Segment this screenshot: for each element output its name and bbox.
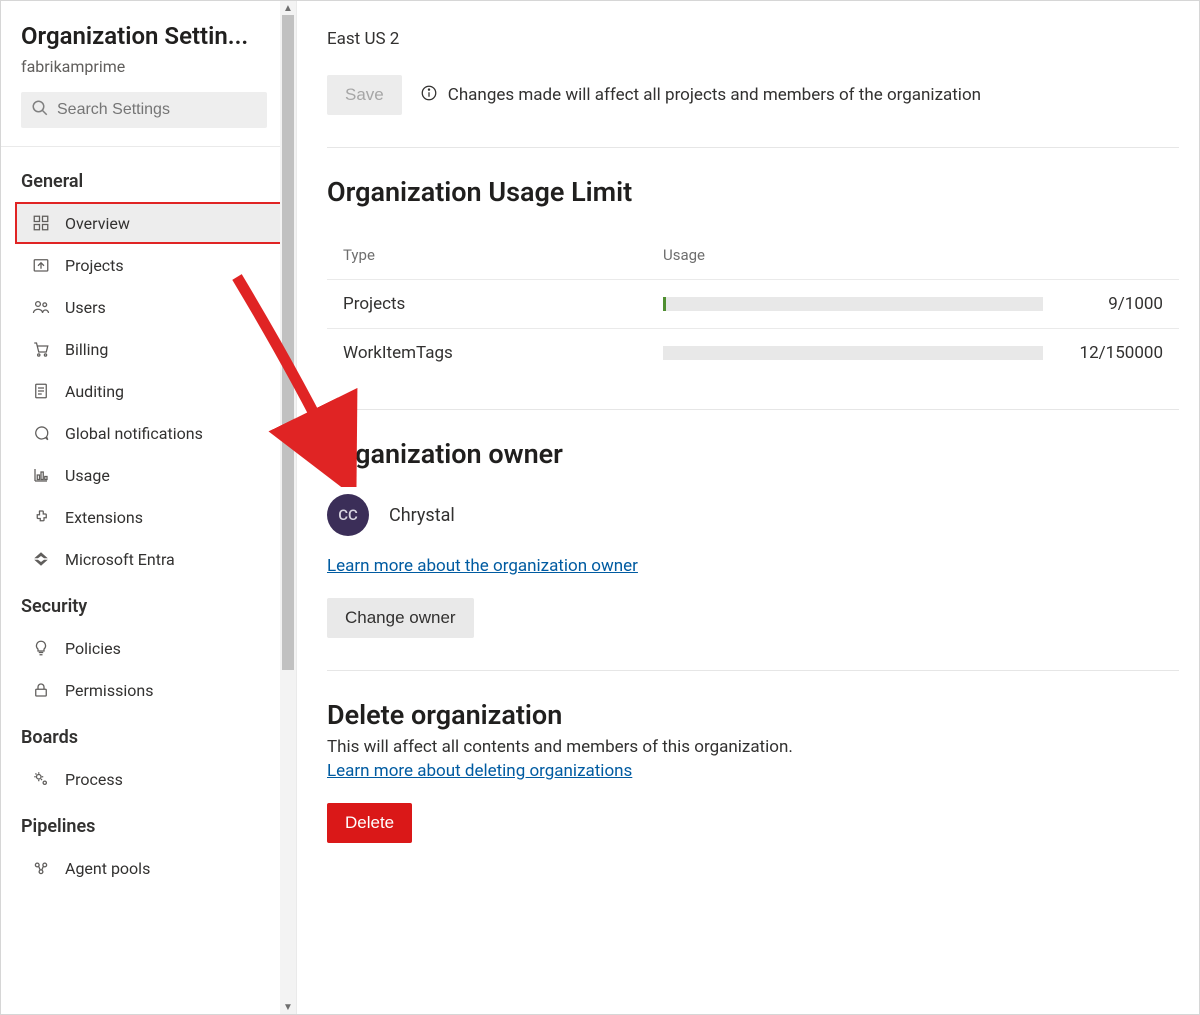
search-input[interactable] [57,101,257,119]
sidebar-item-auditing[interactable]: Auditing [15,370,296,412]
sidebar-item-agent-pools[interactable]: Agent pools [15,847,296,889]
delete-org-heading: Delete organization [327,699,1179,731]
usage-limit-heading: Organization Usage Limit [327,176,1179,208]
divider [327,147,1179,148]
sidebar-item-label: Agent pools [65,859,150,878]
people-icon [31,297,51,317]
info-icon [420,84,438,107]
sidebar-item-microsoft-entra[interactable]: Microsoft Entra [15,538,296,580]
sidebar-item-label: Extensions [65,508,143,527]
sidebar: Organization Settin... fabrikamprime Gen… [1,1,297,1014]
sidebar-item-permissions[interactable]: Permissions [15,669,296,711]
owner-row: CC Chrystal [327,494,1179,536]
upload-box-icon [31,255,51,275]
organization-name: fabrikamprime [21,57,276,76]
usage-bar [663,297,1043,311]
sidebar-item-global-notifications[interactable]: Global notifications [15,412,296,454]
sidebar-item-usage[interactable]: Usage [15,454,296,496]
usage-type: WorkItemTags [343,343,663,363]
section-label-boards: Boards [21,711,276,758]
grid-icon [31,213,51,233]
sidebar-scrollbar[interactable]: ▲ ▼ [280,1,296,1014]
delete-org-learn-more-link[interactable]: Learn more about deleting organizations [327,761,632,781]
sidebar-item-process[interactable]: Process [15,758,296,800]
cart-icon [31,339,51,359]
search-settings-box[interactable] [21,92,267,128]
usage-value: 12/150000 [1043,343,1163,363]
puzzle-icon [31,507,51,527]
delete-org-description: This will affect all contents and member… [327,737,1179,757]
col-usage: Usage [663,246,1043,264]
scroll-up-icon[interactable]: ▲ [280,1,296,15]
lock-icon [31,680,51,700]
main-content: East US 2 Save Changes made will affect … [297,1,1199,1014]
usage-row-projects: Projects 9/1000 [327,279,1179,328]
delete-button[interactable]: Delete [327,803,412,843]
usage-type: Projects [343,294,663,314]
save-button[interactable]: Save [327,75,402,115]
owner-avatar: CC [327,494,369,536]
bulb-icon [31,638,51,658]
region-value: East US 2 [327,1,1179,49]
org-owner-heading: Organization owner [327,438,1179,470]
sidebar-item-label: Overview [65,214,130,233]
scroll-down-icon[interactable]: ▼ [280,1000,296,1014]
search-icon [31,99,49,121]
chart-icon [31,465,51,485]
divider [327,670,1179,671]
sidebar-item-label: Microsoft Entra [65,550,175,569]
usage-bar [663,346,1043,360]
chat-icon [31,423,51,443]
clipboard-icon [31,381,51,401]
change-owner-button[interactable]: Change owner [327,598,474,638]
save-note: Changes made will affect all projects an… [420,84,981,107]
owner-name: Chrystal [389,505,455,526]
sidebar-item-label: Process [65,770,123,789]
divider [327,409,1179,410]
sidebar-item-extensions[interactable]: Extensions [15,496,296,538]
section-label-security: Security [21,580,276,627]
save-note-text: Changes made will affect all projects an… [448,85,981,105]
sidebar-item-label: Billing [65,340,108,359]
entra-icon [31,549,51,569]
sidebar-item-label: Usage [65,466,110,485]
divider [1,146,296,147]
scroll-thumb[interactable] [282,15,294,670]
section-label-pipelines: Pipelines [21,800,276,847]
sidebar-item-users[interactable]: Users [15,286,296,328]
sidebar-item-label: Policies [65,639,121,658]
sidebar-item-label: Permissions [65,681,153,700]
sidebar-item-label: Users [65,298,106,317]
sidebar-item-billing[interactable]: Billing [15,328,296,370]
sidebar-item-label: Auditing [65,382,124,401]
col-type: Type [343,246,663,264]
sidebar-item-label: Global notifications [65,424,203,443]
sidebar-item-policies[interactable]: Policies [15,627,296,669]
usage-limit-table: Type Usage Projects 9/1000 WorkItemTags … [327,232,1179,377]
sidebar-item-label: Projects [65,256,124,275]
gears-icon [31,769,51,789]
sidebar-item-overview[interactable]: Overview [15,202,296,244]
pools-icon [31,858,51,878]
usage-value: 9/1000 [1043,294,1163,314]
usage-row-workitemtags: WorkItemTags 12/150000 [327,328,1179,377]
sidebar-item-projects[interactable]: Projects [15,244,296,286]
usage-table-header: Type Usage [327,232,1179,279]
owner-learn-more-link[interactable]: Learn more about the organization owner [327,556,638,576]
section-label-general: General [21,155,276,202]
sidebar-title: Organization Settin... [21,21,269,51]
